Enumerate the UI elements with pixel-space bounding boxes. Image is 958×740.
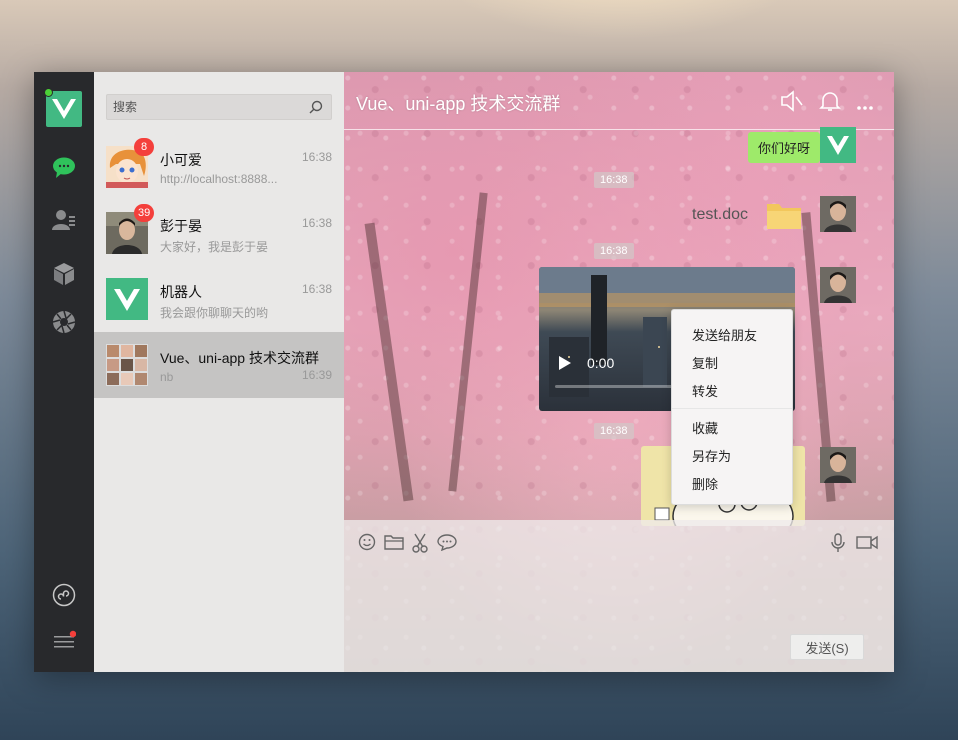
folder-icon[interactable] bbox=[766, 200, 802, 235]
send-button[interactable]: 发送(S) bbox=[790, 634, 864, 660]
conversation-item[interactable]: 8 小可爱 16:38 http://localhost:8888... bbox=[94, 134, 344, 200]
conversation-name: Vue、uni-app 技术交流群 bbox=[160, 350, 319, 366]
contacts-icon[interactable] bbox=[52, 208, 76, 232]
time-stamp: 16:38 bbox=[594, 172, 634, 188]
play-icon[interactable] bbox=[559, 356, 571, 375]
user-avatar[interactable] bbox=[820, 267, 856, 303]
conversation-time: 16:38 bbox=[301, 282, 332, 296]
conversation-preview: nb bbox=[160, 370, 174, 384]
video-time: 0:00 bbox=[587, 355, 615, 371]
app-logo[interactable] bbox=[46, 91, 82, 127]
icon-sidebar bbox=[34, 72, 94, 672]
tree-trunk bbox=[448, 192, 488, 492]
conversation-time: 16:39 bbox=[301, 368, 332, 382]
conversation-item[interactable]: 39 彭于晏 16:38 大家好，我是彭于晏 bbox=[94, 200, 344, 266]
folder-icon[interactable] bbox=[384, 533, 404, 556]
context-menu: 发送给朋友 复制 转发 收藏 另存为 删除 bbox=[671, 309, 793, 505]
tree-trunk bbox=[364, 222, 414, 502]
background-glow bbox=[430, 0, 810, 40]
chat-bubble-icon[interactable] bbox=[437, 533, 457, 556]
bell-icon[interactable] bbox=[819, 90, 841, 117]
file-name[interactable]: test.doc bbox=[692, 206, 748, 224]
menu-item-send-to-friend[interactable]: 发送给朋友 bbox=[672, 322, 792, 350]
conversation-preview: 大家好，我是彭于晏 bbox=[160, 240, 269, 254]
search-input[interactable] bbox=[107, 95, 297, 119]
chat-icon[interactable] bbox=[52, 156, 76, 180]
time-stamp: 16:38 bbox=[594, 423, 634, 439]
time-stamp: 16:38 bbox=[594, 243, 634, 259]
menu-item-forward[interactable]: 转发 bbox=[672, 378, 792, 406]
online-status-dot bbox=[44, 88, 53, 97]
menu-divider bbox=[672, 408, 792, 409]
conversation-preview: http://localhost:8888... bbox=[160, 172, 278, 186]
menu-item-save-as[interactable]: 另存为 bbox=[672, 443, 792, 471]
conversation-preview: 我会跟你聊聊天的哟 bbox=[160, 306, 269, 320]
app-window: 8 小可爱 16:38 http://localhost:8888... 39 … bbox=[34, 72, 894, 672]
conversation-name: 机器人 bbox=[160, 284, 202, 300]
unread-badge: 8 bbox=[134, 138, 154, 156]
emoji-icon[interactable] bbox=[358, 533, 376, 556]
conversation-item[interactable]: 机器人 16:38 我会跟你聊聊天的哟 bbox=[94, 266, 344, 332]
aperture-icon[interactable] bbox=[52, 310, 76, 334]
menu-icon[interactable] bbox=[52, 630, 77, 654]
conversation-name: 彭于晏 bbox=[160, 218, 202, 234]
menu-item-copy[interactable]: 复制 bbox=[672, 350, 792, 378]
user-avatar[interactable] bbox=[820, 447, 856, 483]
scissors-icon[interactable] bbox=[412, 533, 428, 558]
microphone-icon[interactable] bbox=[830, 533, 846, 558]
conversation-time: 16:38 bbox=[301, 150, 332, 164]
user-avatar[interactable] bbox=[820, 196, 856, 232]
my-avatar[interactable] bbox=[820, 127, 856, 163]
chat-header: Vue、uni-app 技术交流群 bbox=[344, 72, 894, 130]
menu-item-favorite[interactable]: 收藏 bbox=[672, 415, 792, 443]
conversation-list: 8 小可爱 16:38 http://localhost:8888... 39 … bbox=[94, 72, 344, 672]
search-icon[interactable] bbox=[309, 100, 323, 119]
conversation-item-active[interactable]: Vue、uni-app 技术交流群 nb 16:39 bbox=[94, 332, 344, 398]
group-avatar bbox=[106, 344, 148, 386]
unread-badge: 39 bbox=[134, 204, 155, 222]
video-call-icon[interactable] bbox=[856, 533, 878, 556]
conversation-name: 小可爱 bbox=[160, 152, 202, 168]
box-icon[interactable] bbox=[52, 262, 76, 286]
message-bubble[interactable]: 你们好呀 bbox=[747, 132, 827, 163]
mute-icon[interactable] bbox=[780, 90, 804, 117]
more-icon[interactable] bbox=[856, 98, 874, 116]
conversation-time: 16:38 bbox=[301, 216, 332, 230]
avatar bbox=[106, 278, 148, 320]
search-box bbox=[106, 94, 332, 120]
mini-program-icon[interactable] bbox=[52, 583, 76, 607]
chat-panel: Vue、uni-app 技术交流群 你们好呀 16:38 test.doc 16… bbox=[344, 72, 894, 672]
message-input-area[interactable]: 发送(S) bbox=[344, 520, 894, 672]
menu-item-delete[interactable]: 删除 bbox=[672, 471, 792, 499]
chat-title: Vue、uni-app 技术交流群 bbox=[356, 94, 561, 114]
